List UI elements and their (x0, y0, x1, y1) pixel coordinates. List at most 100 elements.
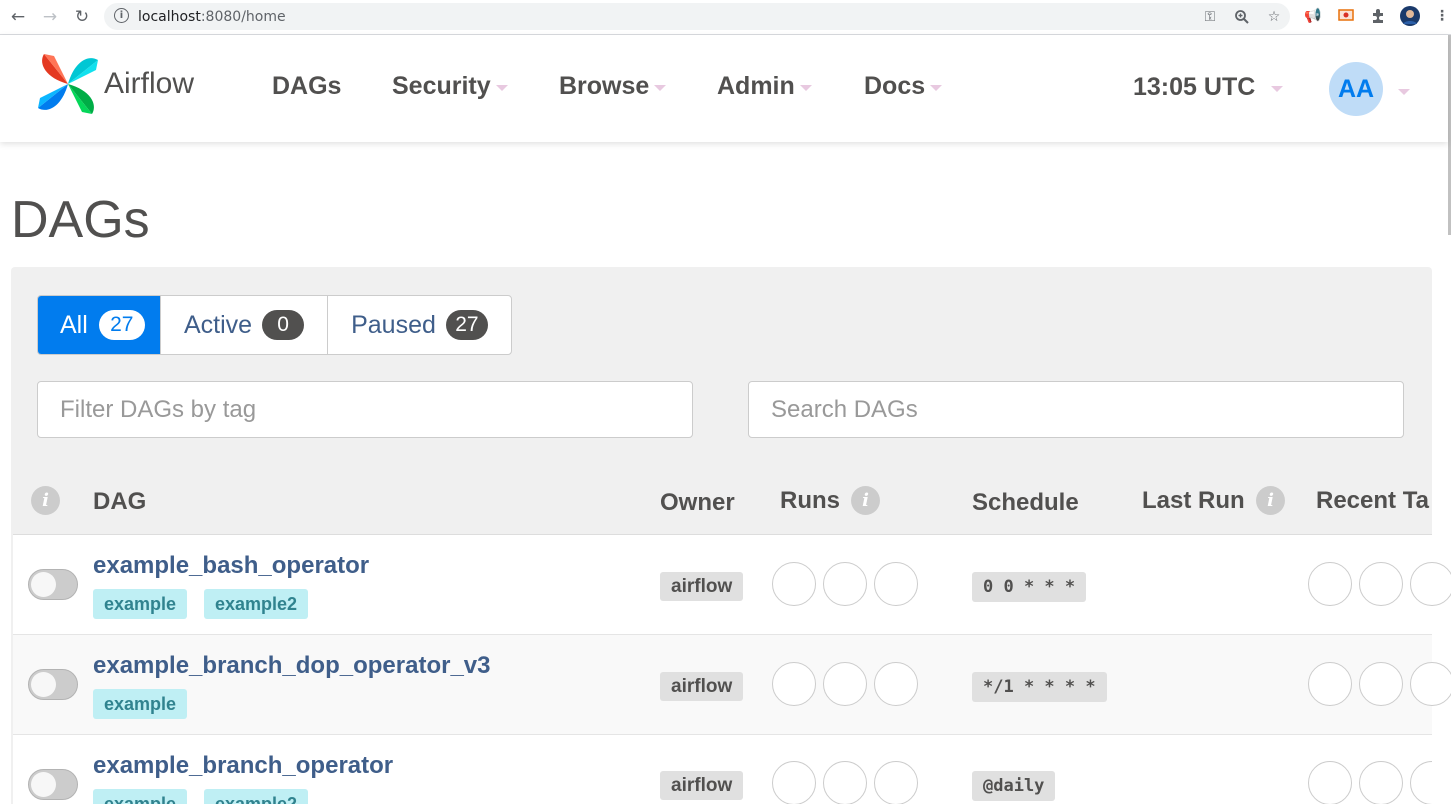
site-info-icon[interactable]: i (114, 8, 129, 23)
nav-security[interactable]: Security (392, 72, 508, 101)
dags-table-header: i DAG Owner Runs i Schedule Last Run i R… (13, 467, 1432, 535)
search-dags-input[interactable]: Search DAGs (748, 381, 1404, 438)
task-state-circle[interactable] (1410, 662, 1451, 706)
header-recent-tasks: Recent Ta (1316, 487, 1429, 514)
table-row: example_branch_operator example example2… (13, 735, 1432, 804)
owner-badge[interactable]: airflow (660, 771, 744, 800)
run-state-circle[interactable] (874, 662, 918, 706)
brand-name[interactable]: Airflow (104, 67, 194, 101)
screen-extension-icon[interactable] (1336, 6, 1356, 26)
task-state-circle[interactable] (1410, 761, 1432, 804)
tab-paused[interactable]: Paused 27 (328, 296, 511, 354)
status-filter-tabs: All 27 Active 0 Paused 27 (37, 295, 512, 355)
dag-tag[interactable]: example (93, 789, 188, 804)
run-state-circle[interactable] (823, 562, 867, 606)
info-icon[interactable]: i (31, 486, 60, 515)
browser-menu-icon[interactable]: ⋮ (1432, 6, 1451, 26)
header-owner[interactable]: Owner (660, 489, 735, 517)
utc-clock-dropdown[interactable]: 13:05 UTC (1133, 73, 1284, 102)
header-runs: Runs (780, 487, 840, 514)
nav-dags[interactable]: DAGs (272, 72, 341, 101)
runs-info-icon[interactable]: i (851, 486, 880, 515)
back-icon[interactable]: ← (7, 6, 29, 28)
forward-icon[interactable]: → (39, 6, 61, 28)
tag-filter-input[interactable]: Filter DAGs by tag (37, 381, 693, 438)
task-state-circle[interactable] (1359, 761, 1403, 804)
task-state-circle[interactable] (1410, 562, 1451, 606)
key-icon[interactable]: ⚿ (1200, 7, 1220, 27)
extensions-puzzle-icon[interactable] (1368, 6, 1388, 26)
nav-dags-label: DAGs (272, 72, 342, 100)
nav-docs-label: Docs (864, 72, 926, 100)
schedule-badge[interactable]: 0 0 * * * (972, 572, 1087, 602)
tab-all-count-badge: 27 (98, 310, 145, 340)
airflow-navbar: Airflow DAGs Security Browse Admin Docs … (0, 35, 1448, 142)
caret-down-icon (1271, 86, 1284, 92)
tab-all-label: All (60, 310, 88, 339)
zoom-icon[interactable] (1232, 7, 1252, 27)
dag-tag[interactable]: example2 (204, 589, 309, 619)
tab-paused-count-badge: 27 (445, 310, 488, 340)
run-state-circle[interactable] (823, 761, 867, 804)
caret-down-icon (930, 85, 943, 91)
browser-toolbar: ← → ↻ i localhost:8080/home ⚿ ☆ 📢 ⋮ (0, 0, 1451, 35)
tab-active-count-badge: 0 (262, 310, 305, 340)
user-menu-caret-icon[interactable] (1398, 89, 1410, 95)
nav-admin[interactable]: Admin (717, 72, 812, 101)
owner-badge[interactable]: airflow (660, 672, 744, 701)
task-state-circle[interactable] (1359, 562, 1403, 606)
tab-active-label: Active (184, 310, 253, 339)
user-avatar[interactable]: AA (1329, 62, 1383, 116)
caret-down-icon (495, 85, 508, 91)
run-state-circle[interactable] (874, 761, 918, 804)
run-state-circle[interactable] (823, 662, 867, 706)
caret-down-icon (799, 85, 812, 91)
task-state-circle[interactable] (1308, 562, 1352, 606)
dag-tag[interactable]: example2 (204, 789, 309, 804)
tab-active[interactable]: Active 0 (161, 296, 329, 354)
run-state-circle[interactable] (772, 761, 816, 804)
task-state-circle[interactable] (1308, 662, 1352, 706)
clock-label: 13:05 UTC (1133, 73, 1256, 101)
header-last-run: Last Run (1142, 487, 1245, 514)
run-state-circle[interactable] (772, 662, 816, 706)
nav-browse[interactable]: Browse (559, 72, 667, 101)
dag-link[interactable]: example_branch_dop_operator_v3 (93, 652, 491, 680)
run-state-circle[interactable] (874, 562, 918, 606)
nav-browse-label: Browse (559, 72, 650, 100)
caret-down-icon (654, 85, 667, 91)
header-schedule[interactable]: Schedule (972, 489, 1079, 517)
nav-admin-label: Admin (717, 72, 795, 100)
schedule-badge[interactable]: */1 * * * * (972, 672, 1107, 702)
nav-security-label: Security (392, 72, 491, 100)
dag-link[interactable]: example_branch_operator (93, 752, 393, 780)
page-title: DAGs (11, 191, 150, 249)
task-state-circle[interactable] (1308, 761, 1352, 804)
megaphone-extension-icon[interactable]: 📢 (1303, 6, 1323, 26)
tab-paused-label: Paused (351, 310, 436, 339)
owner-badge[interactable]: airflow (660, 572, 744, 601)
bookmark-star-icon[interactable]: ☆ (1264, 7, 1284, 27)
last-run-info-icon[interactable]: i (1256, 486, 1285, 515)
tab-all[interactable]: All 27 (38, 296, 161, 354)
address-url[interactable]: localhost:8080/home (138, 9, 286, 25)
address-bar[interactable]: i localhost:8080/home ⚿ ☆ (104, 3, 1290, 30)
run-state-circle[interactable] (772, 562, 816, 606)
reload-icon[interactable]: ↻ (71, 6, 93, 28)
dag-pause-toggle[interactable] (28, 769, 78, 800)
profile-avatar-icon[interactable] (1400, 6, 1420, 26)
dag-tag[interactable]: example (93, 689, 188, 719)
task-state-circle[interactable] (1359, 662, 1403, 706)
schedule-badge[interactable]: @daily (972, 771, 1056, 801)
url-host: localhost (138, 9, 201, 25)
url-path: :8080/home (200, 9, 286, 25)
table-row: example_bash_operator example example2 a… (13, 535, 1451, 635)
header-dag[interactable]: DAG (93, 488, 146, 516)
table-row: example_branch_dop_operator_v3 example a… (13, 635, 1451, 735)
dag-tag[interactable]: example (93, 589, 188, 619)
dag-pause-toggle[interactable] (28, 669, 78, 700)
airflow-pinwheel-logo-icon[interactable] (36, 52, 100, 116)
nav-docs[interactable]: Docs (864, 72, 943, 101)
dag-pause-toggle[interactable] (28, 569, 78, 600)
dag-link[interactable]: example_bash_operator (93, 552, 369, 580)
